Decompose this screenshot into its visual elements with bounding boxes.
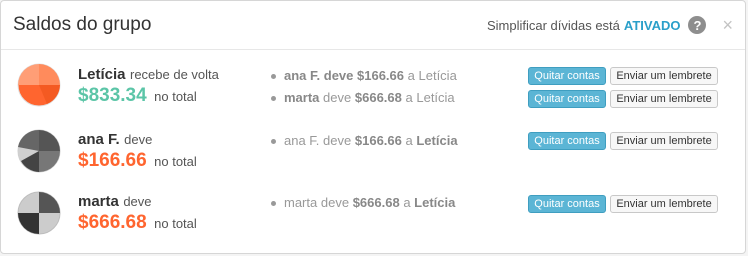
creditor-name: Letícia [418,68,457,83]
group-balances-modal: Saldos do grupo Simplificar dívidas está… [0,0,746,254]
debt-amount: $166.66 [357,68,405,83]
total-amount: $166.66 [78,150,147,171]
total-amount: $666.68 [78,212,147,233]
creditor-name: Letícia [416,90,455,105]
settle-up-button[interactable]: Quitar contas [528,132,606,150]
avatar-marta [17,191,61,235]
debt-prep: a [405,133,413,148]
person-verb: recebe de volta [129,67,219,82]
debtor-name: ana F. [284,68,321,83]
debt-amount: $666.68 [352,195,400,210]
debt-prep: a [405,90,413,105]
send-reminder-button[interactable]: Enviar um lembrete [610,195,718,213]
debt-verb: deve [323,68,354,83]
creditor-name: Letícia [414,195,456,210]
send-reminder-button[interactable]: Enviar um lembrete [610,132,718,150]
bullet-icon [271,139,276,145]
bullet-icon [271,201,276,207]
debt-verb: deve [320,195,350,210]
modal-header: Saldos do grupo Simplificar dívidas está… [1,1,745,50]
settle-up-button[interactable]: Quitar contas [528,90,606,108]
bullet-icon [271,96,276,102]
debt-amount: $166.66 [354,133,402,148]
person-total: $833.34 no total [78,85,197,107]
person-info: marta deve [78,193,152,211]
debt-line: marta deve $666.68 a Letícia [271,90,455,105]
simplify-debts-setting: Simplificar dívidas está ATIVADO ? × [487,16,733,34]
bullet-icon [271,74,276,80]
debt-line: ana F. deve $166.66 a Letícia [271,68,457,83]
person-name: Letícia [78,66,126,83]
debt-prep: a [403,195,411,210]
creditor-name: Letícia [416,133,458,148]
settle-up-button[interactable]: Quitar contas [528,67,606,85]
modal-title: Saldos do grupo [13,14,152,35]
help-icon[interactable]: ? [688,16,707,34]
person-info: ana F. deve [78,131,152,149]
debtor-name: marta [284,195,318,210]
avatar-leticia [17,63,61,107]
debt-prep: a [407,68,415,83]
total-label: no total [154,154,197,169]
debtor-name: marta [284,90,320,105]
debt-amount: $666.68 [354,90,402,105]
person-total: $666.68 no total [78,212,197,234]
send-reminder-button[interactable]: Enviar um lembrete [610,67,718,85]
avatar-ana [17,129,61,173]
debtor-name: ana F. [284,133,320,148]
debt-line: marta deve $666.68 a Letícia [271,195,455,210]
person-verb: deve [124,132,153,147]
debt-verb: deve [323,133,352,148]
person-name: ana F. [78,131,120,148]
person-total: $166.66 no total [78,150,197,172]
total-amount: $833.34 [78,85,147,106]
person-info: Letícia recebe de volta [78,66,219,84]
close-icon[interactable]: × [722,16,733,34]
person-name: marta [78,193,119,210]
total-label: no total [154,89,197,104]
total-label: no total [154,216,197,231]
send-reminder-button[interactable]: Enviar um lembrete [610,90,718,108]
simplify-debts-label: Simplificar dívidas está [486,17,620,33]
simplify-debts-toggle[interactable]: ATIVADO [624,18,681,33]
person-verb: deve [123,194,152,209]
settle-up-button[interactable]: Quitar contas [528,195,606,213]
debt-verb: deve [323,90,352,105]
debt-line: ana F. deve $166.66 a Letícia [271,133,458,148]
